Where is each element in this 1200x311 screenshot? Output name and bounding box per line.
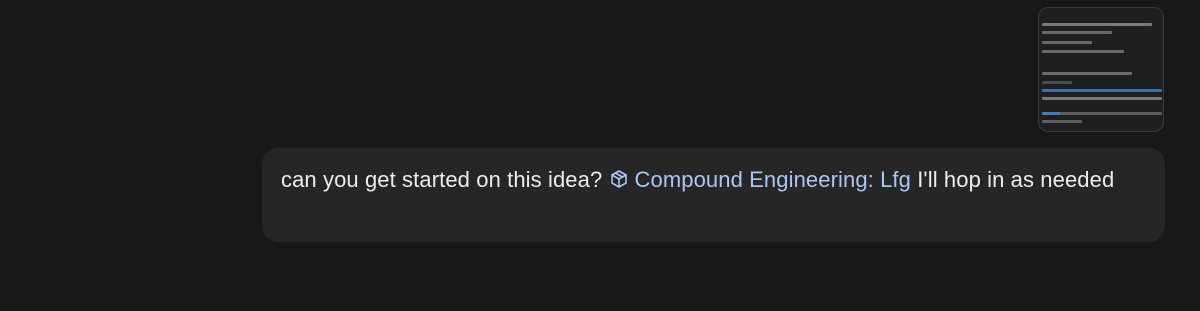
thumb-line [1042, 120, 1082, 123]
thumb-line [1042, 112, 1162, 115]
thumb-line [1042, 23, 1152, 26]
message-text: can you get started on this idea? Compou… [281, 162, 1146, 197]
thumb-line [1042, 31, 1112, 34]
thumb-line [1042, 41, 1092, 44]
thumb-line [1042, 97, 1162, 100]
thumb-line [1042, 81, 1072, 84]
skill-mention-chip[interactable]: Compound Engineering: Lfg [609, 167, 911, 192]
message-text-before: can you get started on this idea? [281, 167, 603, 192]
user-message-bubble: can you get started on this idea? Compou… [262, 148, 1165, 242]
attachment-thumbnail[interactable] [1038, 7, 1164, 132]
chat-area: can you get started on this idea? Compou… [0, 0, 1200, 311]
thumb-line [1042, 89, 1162, 92]
thumb-line [1042, 72, 1132, 75]
message-text-after: I'll hop in as needed [917, 167, 1115, 192]
cube-icon [609, 169, 629, 189]
thumb-line [1042, 50, 1124, 53]
skill-mention-label: Compound Engineering: Lfg [634, 167, 911, 192]
thumb-line [1042, 112, 1060, 115]
